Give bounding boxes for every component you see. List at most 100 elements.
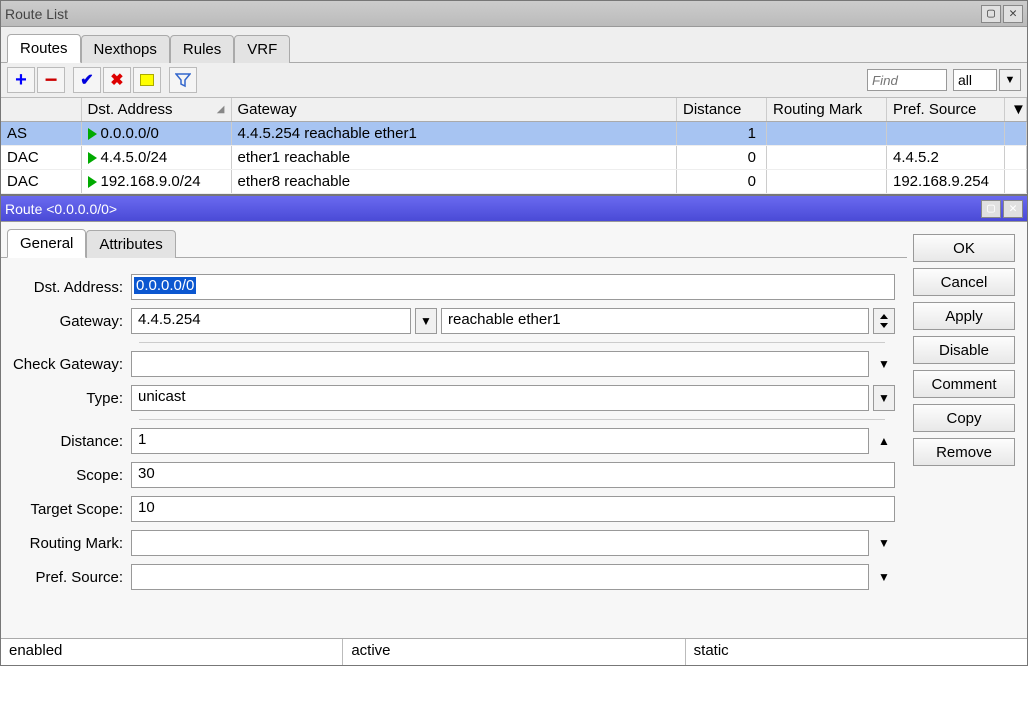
gateway-dropdown-button[interactable]: ▼ xyxy=(415,308,437,334)
dropdown-icon: ▼ xyxy=(878,391,890,405)
up-triangle-icon: ▲ xyxy=(878,434,890,448)
sort-indicator-icon: ◢ xyxy=(217,104,225,115)
note-icon xyxy=(140,74,154,86)
row-pref-source: Pref. Source: ▼ xyxy=(5,564,895,590)
cell-pref-source: 4.4.5.2 xyxy=(887,146,1005,170)
funnel-icon xyxy=(175,72,191,88)
input-routing-mark[interactable] xyxy=(131,530,869,556)
find-input[interactable] xyxy=(867,69,947,91)
input-pref-source[interactable] xyxy=(131,564,869,590)
tab-general[interactable]: General xyxy=(7,229,86,258)
col-gateway[interactable]: Gateway xyxy=(231,98,677,122)
table-row[interactable]: DAC 4.4.5.0/24 ether1 reachable 0 4.4.5.… xyxy=(1,146,1027,170)
label-scope: Scope: xyxy=(5,467,131,484)
remove-button[interactable]: Remove xyxy=(913,438,1015,466)
cell-dst: 192.168.9.0/24 xyxy=(81,170,231,194)
dropdown-icon: ▼ xyxy=(878,357,890,371)
minimize-button[interactable]: ▢ xyxy=(981,200,1001,218)
col-flags[interactable] xyxy=(1,98,81,122)
cell-distance: 1 xyxy=(677,122,767,146)
label-gateway: Gateway: xyxy=(5,313,131,330)
ok-button[interactable]: OK xyxy=(913,234,1015,262)
close-icon: ✕ xyxy=(1009,7,1017,20)
cell-distance: 0 xyxy=(677,146,767,170)
route-form: Dst. Address: 0.0.0.0/0 Gateway: 4.4.5.2… xyxy=(1,258,907,638)
filter-dropdown-button[interactable]: ▼ xyxy=(999,69,1021,91)
tab-vrf[interactable]: VRF xyxy=(234,35,290,63)
dropdown-icon: ▼ xyxy=(878,570,890,584)
label-target-scope: Target Scope: xyxy=(5,501,131,518)
status-active: active xyxy=(343,639,685,665)
input-gateway[interactable]: 4.4.5.254 xyxy=(131,308,411,334)
minimize-icon: ▢ xyxy=(987,202,995,215)
col-pref-source[interactable]: Pref. Source xyxy=(887,98,1005,122)
filter-value: all xyxy=(958,72,972,88)
plus-icon: + xyxy=(15,70,27,90)
cell-flags: DAC xyxy=(1,146,81,170)
tab-routes[interactable]: Routes xyxy=(7,34,81,63)
minimize-button[interactable]: ▢ xyxy=(981,5,1001,23)
divider xyxy=(139,342,885,343)
apply-button[interactable]: Apply xyxy=(913,302,1015,330)
disable-button[interactable]: ✖ xyxy=(103,67,131,93)
cell-gateway: 4.4.5.254 reachable ether1 xyxy=(231,122,677,146)
row-type: Type: unicast ▼ xyxy=(5,385,895,411)
columns-menu-button[interactable]: ▼ xyxy=(1005,98,1027,122)
divider xyxy=(139,419,885,420)
input-target-scope[interactable]: 10 xyxy=(131,496,895,522)
copy-button[interactable]: Copy xyxy=(913,404,1015,432)
cell-flags: AS xyxy=(1,122,81,146)
row-gateway: Gateway: 4.4.5.254 ▼ reachable ether1 xyxy=(5,308,895,334)
cell-pref-source: 192.168.9.254 xyxy=(887,170,1005,194)
comment-button[interactable] xyxy=(133,67,161,93)
comment-button[interactable]: Comment xyxy=(913,370,1015,398)
active-icon xyxy=(88,128,97,140)
label-type: Type: xyxy=(5,390,131,407)
col-distance[interactable]: Distance xyxy=(677,98,767,122)
status-enabled: enabled xyxy=(1,639,343,665)
label-distance: Distance: xyxy=(5,433,131,450)
detail-button-column: OK Cancel Apply Disable Comment Copy Rem… xyxy=(907,222,1027,638)
cancel-button[interactable]: Cancel xyxy=(913,268,1015,296)
route-list-toolbar: + − ✔ ✖ all ▼ xyxy=(1,63,1027,98)
disable-button[interactable]: Disable xyxy=(913,336,1015,364)
window-title: Route <0.0.0.0/0> xyxy=(5,201,979,217)
active-icon xyxy=(88,176,97,188)
add-button[interactable]: + xyxy=(7,67,35,93)
check-gateway-dropdown-button[interactable]: ▼ xyxy=(873,351,895,377)
route-list-title-bar[interactable]: Route List ▢ ✕ xyxy=(1,1,1027,27)
routing-mark-dropdown-button[interactable]: ▼ xyxy=(873,530,895,556)
spinner-icon xyxy=(879,314,889,328)
tab-nexthops[interactable]: Nexthops xyxy=(81,35,170,63)
pref-source-dropdown-button[interactable]: ▼ xyxy=(873,564,895,590)
filter-select[interactable]: all xyxy=(953,69,997,91)
input-distance[interactable]: 1 xyxy=(131,428,869,454)
filter-button[interactable] xyxy=(169,67,197,93)
gateway-updown-button[interactable] xyxy=(873,308,895,334)
route-detail-title-bar[interactable]: Route <0.0.0.0/0> ▢ ✕ xyxy=(1,196,1027,222)
close-button[interactable]: ✕ xyxy=(1003,5,1023,23)
input-dst-address[interactable]: 0.0.0.0/0 xyxy=(131,274,895,300)
distance-collapse-button[interactable]: ▲ xyxy=(873,428,895,454)
tab-attributes[interactable]: Attributes xyxy=(86,230,175,258)
tab-rules[interactable]: Rules xyxy=(170,35,234,63)
table-row[interactable]: DAC 192.168.9.0/24 ether8 reachable 0 19… xyxy=(1,170,1027,194)
col-routing-mark[interactable]: Routing Mark xyxy=(767,98,887,122)
status-static: static xyxy=(686,639,1027,665)
cell-dst: 4.4.5.0/24 xyxy=(81,146,231,170)
type-dropdown-button[interactable]: ▼ xyxy=(873,385,895,411)
input-check-gateway[interactable] xyxy=(131,351,869,377)
dropdown-icon: ▼ xyxy=(420,314,432,328)
remove-button[interactable]: − xyxy=(37,67,65,93)
cell-gateway: ether1 reachable xyxy=(231,146,677,170)
minimize-icon: ▢ xyxy=(987,7,995,20)
cell-routing-mark xyxy=(767,146,887,170)
table-row[interactable]: AS 0.0.0.0/0 4.4.5.254 reachable ether1 … xyxy=(1,122,1027,146)
down-triangle-icon: ▼ xyxy=(1005,74,1016,86)
enable-button[interactable]: ✔ xyxy=(73,67,101,93)
routes-table[interactable]: Dst. Address◢ Gateway Distance Routing M… xyxy=(1,98,1027,194)
close-button[interactable]: ✕ xyxy=(1003,200,1023,218)
input-type[interactable]: unicast xyxy=(131,385,869,411)
col-dst[interactable]: Dst. Address◢ xyxy=(81,98,231,122)
input-scope[interactable]: 30 xyxy=(131,462,895,488)
